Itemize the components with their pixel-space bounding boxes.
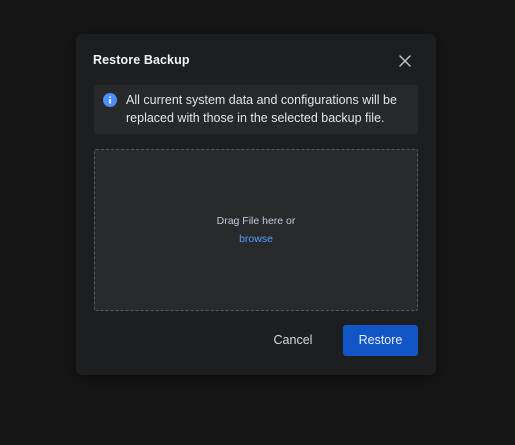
file-drop-zone[interactable]: Drag File here or browse	[94, 149, 418, 311]
info-icon	[103, 93, 117, 107]
info-message: All current system data and configuratio…	[126, 93, 397, 125]
restore-button[interactable]: Restore	[343, 325, 418, 356]
drop-zone-prompt: Drag File here or	[216, 215, 296, 227]
restore-backup-dialog: Restore Backup All current system data a…	[76, 34, 436, 375]
browse-link[interactable]: browse	[95, 233, 417, 245]
cancel-button[interactable]: Cancel	[261, 325, 325, 355]
close-icon	[399, 55, 411, 67]
info-banner: All current system data and configuratio…	[94, 85, 418, 134]
dialog-title: Restore Backup	[93, 53, 190, 67]
close-button[interactable]	[398, 54, 412, 68]
